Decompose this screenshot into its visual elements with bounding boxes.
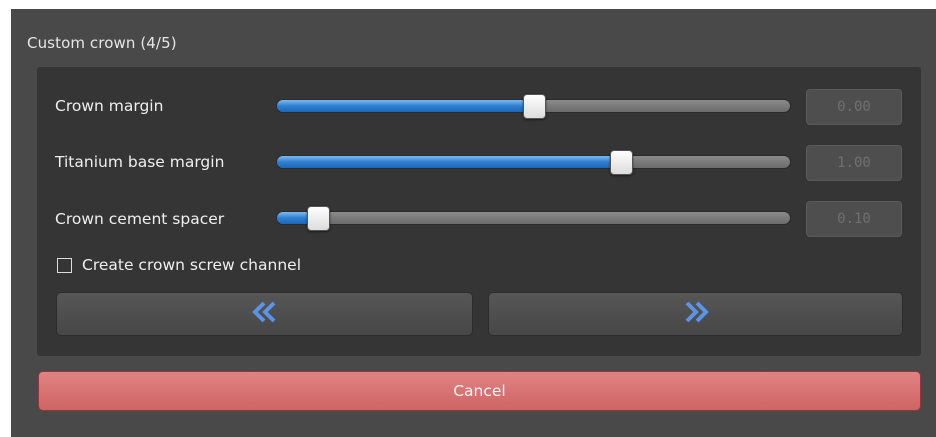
slider-handle[interactable]: [522, 94, 546, 119]
crown-margin-slider[interactable]: [276, 94, 791, 119]
back-button[interactable]: [56, 292, 473, 336]
slider-handle[interactable]: [307, 206, 331, 231]
section-title: Custom crown (4/5): [27, 34, 177, 52]
cancel-button[interactable]: Cancel: [38, 371, 921, 411]
screw-channel-checkbox[interactable]: [57, 257, 72, 273]
crown-margin-value[interactable]: 0.00: [806, 89, 902, 125]
double-chevron-left-icon: [251, 301, 278, 327]
slider-fill: [277, 100, 534, 112]
titanium-base-margin-label: Titanium base margin: [55, 153, 225, 171]
crown-cement-spacer-value[interactable]: 0.10: [806, 201, 902, 237]
screw-channel-option[interactable]: Create crown screw channel: [57, 256, 301, 274]
slider-handle[interactable]: [609, 150, 633, 175]
crown-cement-spacer-slider[interactable]: [276, 206, 791, 231]
titanium-base-margin-slider[interactable]: [276, 150, 791, 175]
double-chevron-right-icon: [683, 301, 709, 327]
titanium-base-margin-value[interactable]: 1.00: [806, 145, 902, 181]
next-button[interactable]: [488, 292, 903, 336]
slider-fill: [277, 156, 621, 168]
screw-channel-label: Create crown screw channel: [82, 256, 301, 274]
crown-margin-label: Crown margin: [55, 97, 164, 115]
crown-cement-spacer-label: Crown cement spacer: [55, 210, 225, 228]
